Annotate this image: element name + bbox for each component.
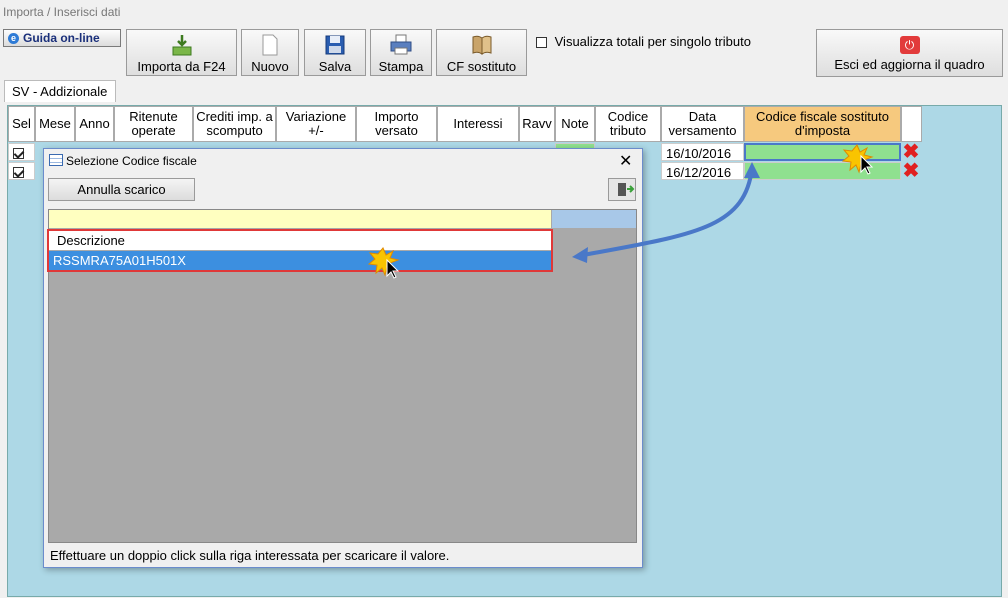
mouse-cursor-icon [386, 258, 400, 279]
annotation-overlay [367, 144, 874, 279]
arrowhead-up [744, 162, 760, 178]
arrowhead-left [572, 247, 588, 263]
annotation-arrow [577, 167, 754, 258]
